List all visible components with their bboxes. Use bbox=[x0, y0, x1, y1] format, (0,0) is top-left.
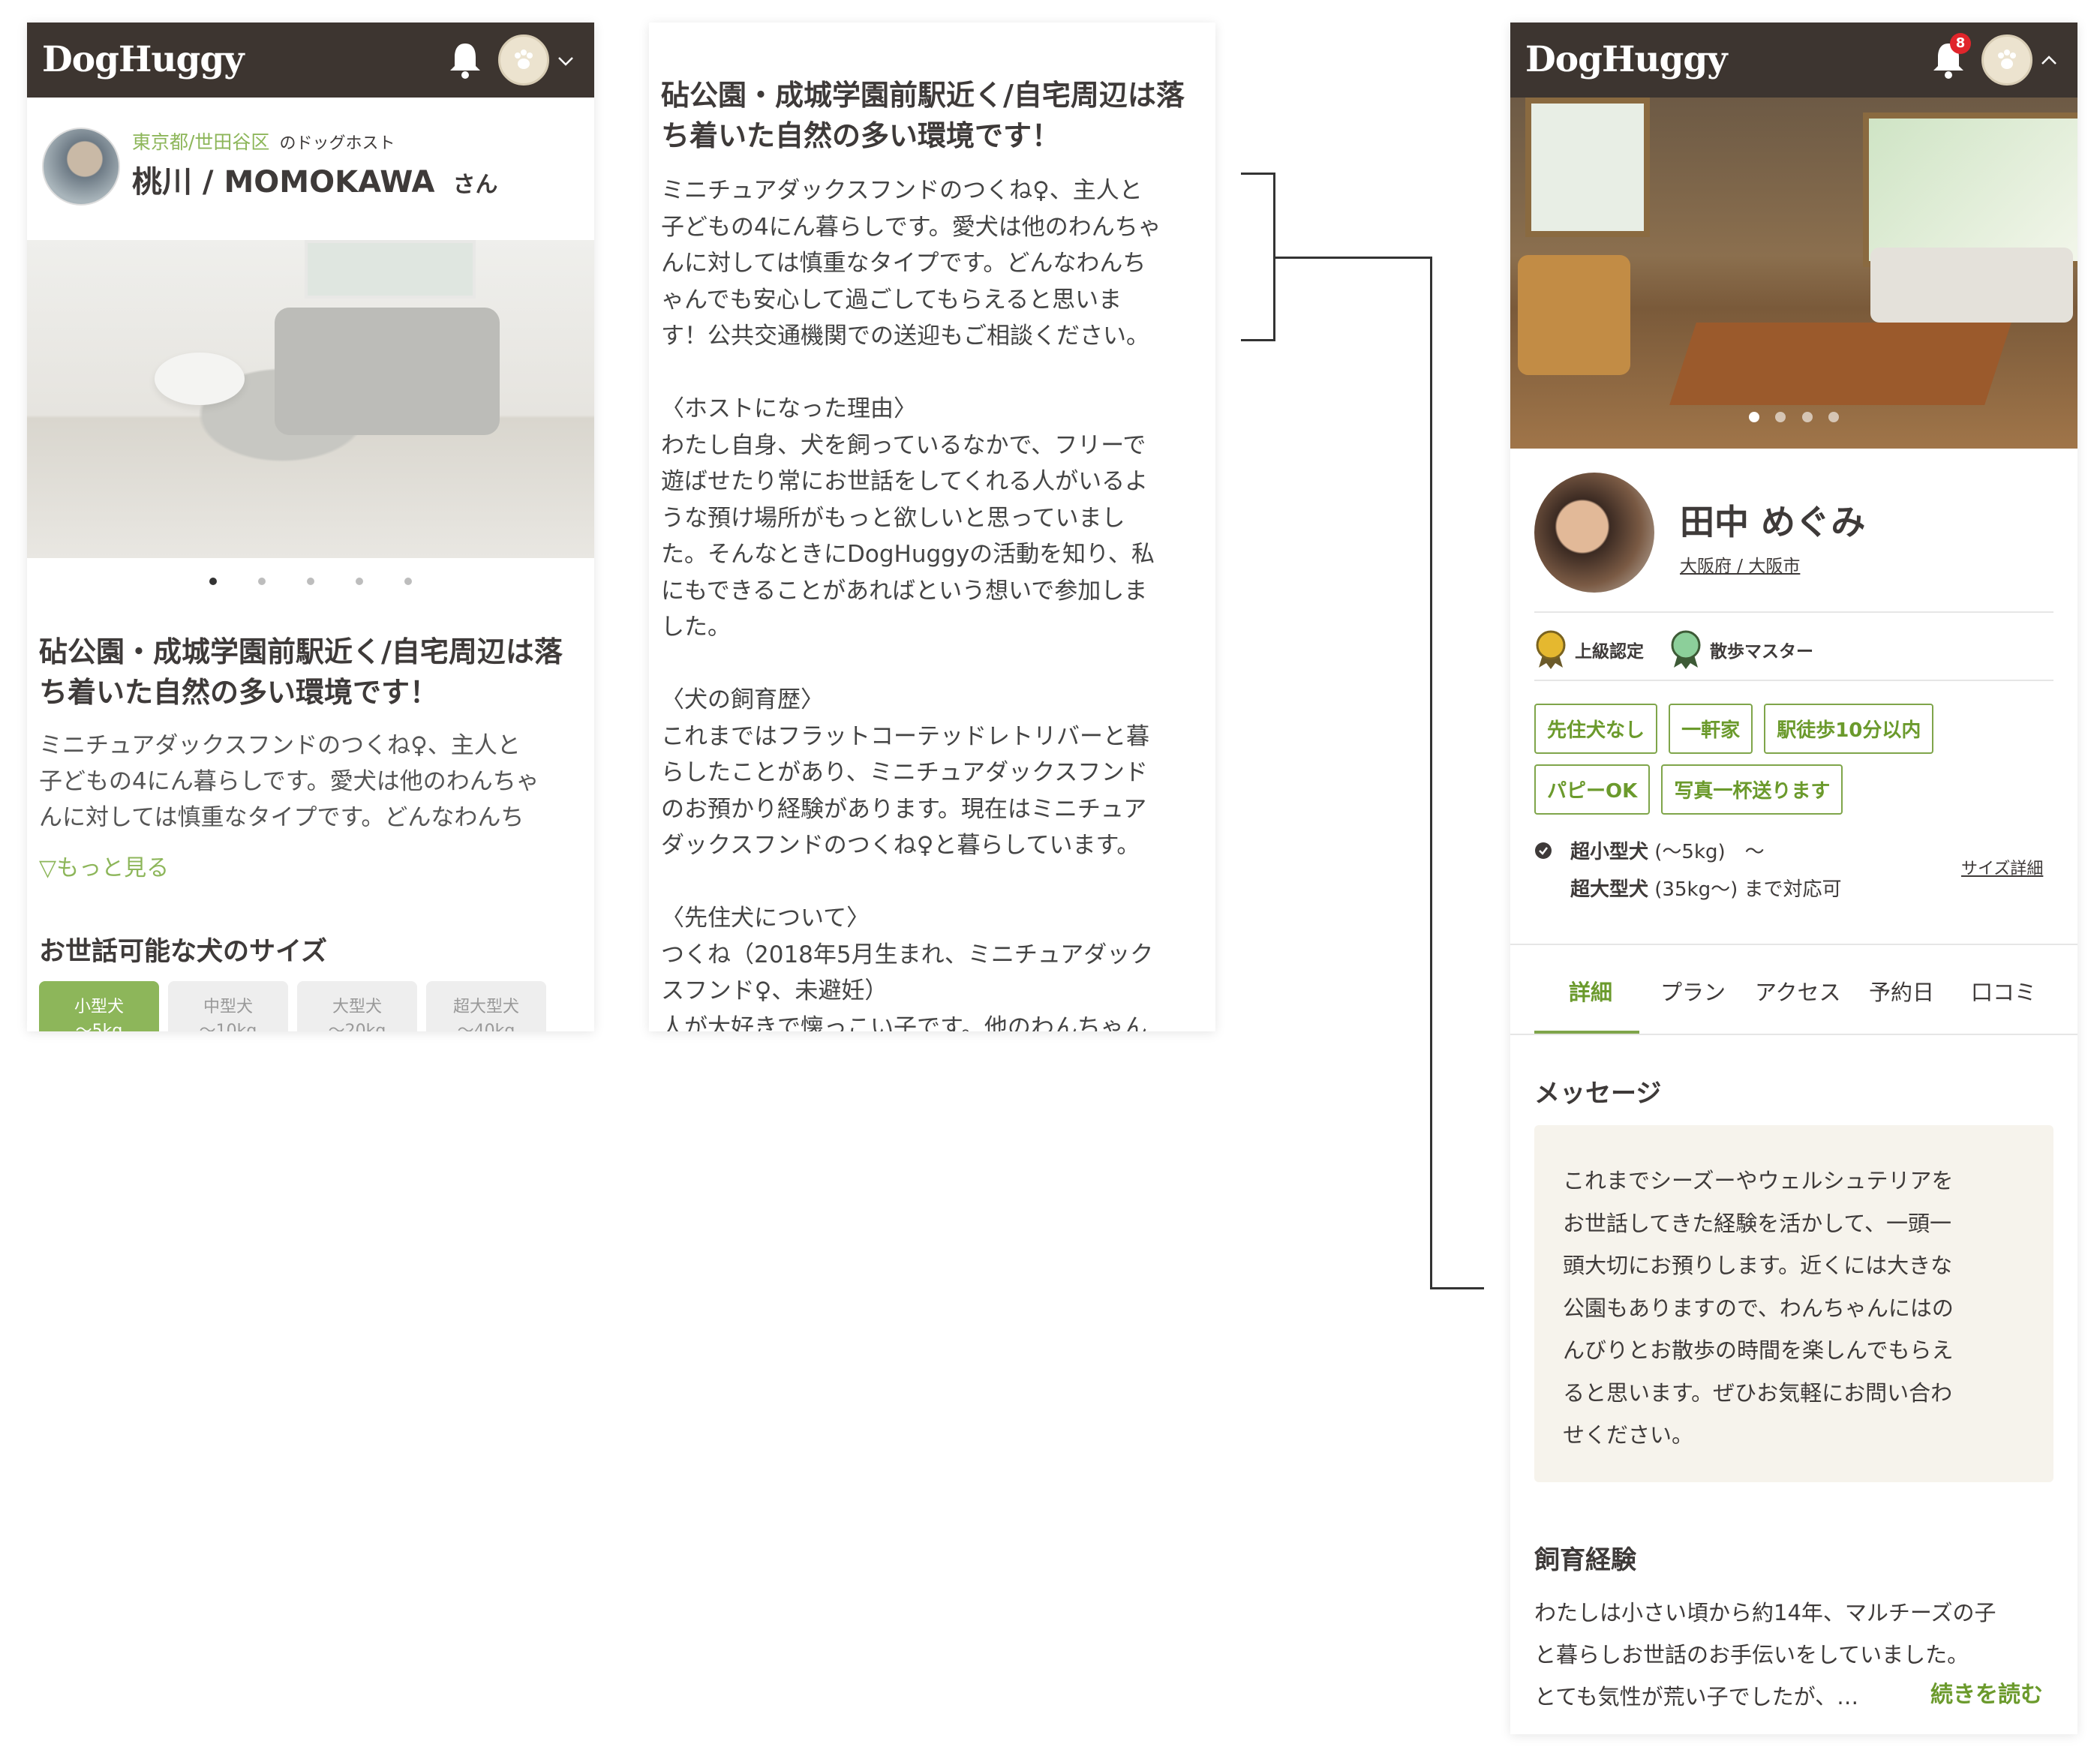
app-header: DogHuggy 8 bbox=[1510, 23, 2077, 98]
paw-icon bbox=[1998, 50, 2016, 69]
host-honorific: さん bbox=[452, 172, 498, 198]
tag: 駅徒歩10分以内 bbox=[1764, 704, 1934, 754]
listing-full-description: ミニチュアダックスフンドのつくね♀、主人と 子どもの4にん暮らしです。愛犬は他の… bbox=[661, 177, 1161, 1031]
medal-icon bbox=[1536, 630, 1566, 669]
more-link[interactable]: ▽もっと見る bbox=[39, 849, 169, 882]
listing-title: 砧公園・成城学園前駅近く/自宅周辺は落ち着いた自然の多い環境です！ bbox=[39, 635, 563, 709]
size-heading: お世話可能な犬のサイズ bbox=[39, 937, 327, 967]
chevron-up-icon[interactable] bbox=[2040, 51, 2058, 69]
feature-tags: 先住犬なし 一軒家 駅徒歩10分以内 パピーOK 写真一杯送ります bbox=[1534, 704, 2059, 825]
tab-access[interactable]: アクセス bbox=[1755, 975, 1841, 1007]
tab-booking-dates[interactable]: 予約日 bbox=[1869, 975, 1934, 1007]
read-more-link[interactable]: 続きを読む bbox=[1930, 1676, 2043, 1709]
chevron-down-icon[interactable] bbox=[557, 53, 575, 71]
carousel-dot[interactable] bbox=[1801, 412, 1813, 422]
size-detail-link[interactable]: サイズ詳細 bbox=[1961, 855, 2043, 879]
window-shape bbox=[305, 240, 476, 299]
sofa-shape bbox=[275, 308, 500, 435]
tag: 写真一杯送ります bbox=[1661, 764, 1843, 815]
host-photo[interactable] bbox=[27, 240, 594, 558]
sofa-shape bbox=[1870, 248, 2073, 323]
window-shape bbox=[1863, 113, 2077, 267]
listing-description: ミニチュアダックスフンドのつくね♀、主人と 子どもの4にん暮らしです。愛犬は他の… bbox=[39, 732, 539, 831]
carousel-dot[interactable] bbox=[1749, 412, 1760, 422]
size-option-xlarge[interactable]: 超大型犬 〜40kg bbox=[426, 981, 546, 1031]
size-options: 小型犬 〜5kg 中型犬 〜10kg 大型犬 〜20kg 超大型犬 〜40kg bbox=[39, 981, 594, 1031]
carousel-dots bbox=[1510, 411, 2077, 425]
tab-bar: 詳細 プラン アクセス 予約日 口コミ bbox=[1510, 975, 2077, 1013]
host-photo[interactable] bbox=[1510, 98, 2077, 449]
tag: 先住犬なし bbox=[1534, 704, 1658, 754]
tab-plans[interactable]: プラン bbox=[1660, 975, 1726, 1007]
message-box: これまでシーズーやウェルシュテリアを お世話してきた経験を活かして、一頭一 頭大… bbox=[1534, 1125, 2053, 1482]
size-option-large[interactable]: 大型犬 〜20kg bbox=[297, 981, 417, 1031]
host-location-link[interactable]: 大阪府 / 大阪市 bbox=[1680, 551, 1800, 577]
pet-bed-shape bbox=[155, 353, 245, 405]
size-option-medium[interactable]: 中型犬 〜10kg bbox=[168, 981, 288, 1031]
size-range-line-1: 超小型犬 (〜5kg) 〜 bbox=[1570, 841, 1765, 863]
tab-details[interactable]: 詳細 bbox=[1569, 975, 1612, 1007]
app-header: DogHuggy bbox=[27, 23, 594, 98]
carousel-dot[interactable] bbox=[257, 578, 266, 585]
host-area-link[interactable]: 東京都/世田谷区 bbox=[132, 131, 269, 153]
host-suffix: のドッグホスト bbox=[279, 134, 395, 153]
divider bbox=[1510, 1034, 2077, 1035]
window-shape bbox=[1525, 98, 1650, 237]
notification-badge: 8 bbox=[1950, 33, 1971, 54]
divider bbox=[1510, 944, 2077, 945]
host-avatar[interactable] bbox=[42, 128, 120, 206]
badge-label: 散歩マスター bbox=[1710, 642, 1813, 662]
middle-text-panel: 砧公園・成城学園前駅近く/自宅周辺は落ち着いた自然の多い環境です！ ミニチュアダ… bbox=[649, 23, 1215, 1031]
size-option-small[interactable]: 小型犬 〜5kg bbox=[39, 981, 159, 1031]
badge-advanced: 上級認定 bbox=[1534, 630, 1644, 669]
carousel-dots bbox=[27, 574, 594, 588]
divider bbox=[1534, 680, 2053, 681]
badge-label: 上級認定 bbox=[1575, 642, 1644, 662]
carousel-dot[interactable] bbox=[307, 578, 314, 585]
chair-shape bbox=[1518, 255, 1630, 375]
user-avatar-button[interactable] bbox=[498, 35, 549, 86]
carousel-dot[interactable] bbox=[209, 578, 217, 585]
tag: 一軒家 bbox=[1669, 704, 1753, 754]
size-range-line-2: 超大型犬 (35kg〜) まで対応可 bbox=[1570, 878, 1842, 901]
host-name: 桃川 / MOMOKAWA bbox=[132, 165, 435, 200]
check-circle-icon bbox=[1535, 842, 1552, 859]
host-avatar[interactable] bbox=[1534, 473, 1654, 593]
host-name: 田中 めぐみ bbox=[1680, 502, 1866, 542]
experience-heading: 飼育経験 bbox=[1534, 1545, 1636, 1575]
listing-title: 砧公園・成城学園前駅近く/自宅周辺は落ち着いた自然の多い環境です！ bbox=[661, 79, 1185, 152]
paw-icon bbox=[515, 50, 533, 69]
left-phone-panel: DogHuggy 東京都/世田谷区 のドッグホスト 桃川 / MOMOKAWA … bbox=[27, 23, 594, 1031]
tag: パピーOK bbox=[1534, 764, 1651, 815]
table-shape bbox=[1669, 323, 2011, 405]
right-phone-panel: DogHuggy 8 田中 めぐみ 大阪府 / 大阪市 上級認定 散歩マスター … bbox=[1510, 23, 2077, 1734]
user-avatar-button[interactable] bbox=[1981, 35, 2032, 86]
divider bbox=[1534, 611, 2053, 613]
logo[interactable]: DogHuggy bbox=[1525, 39, 1728, 80]
badge-walk-master: 散歩マスター bbox=[1669, 630, 1813, 669]
carousel-dot[interactable] bbox=[1828, 412, 1839, 422]
carousel-dot[interactable] bbox=[1775, 412, 1786, 422]
carousel-dot[interactable] bbox=[404, 578, 413, 585]
carousel-dot[interactable] bbox=[356, 578, 364, 585]
logo[interactable]: DogHuggy bbox=[42, 39, 245, 80]
tab-reviews[interactable]: 口コミ bbox=[1971, 975, 2036, 1007]
medal-icon bbox=[1671, 630, 1701, 669]
bell-icon[interactable] bbox=[447, 41, 483, 80]
message-heading: メッセージ bbox=[1534, 1079, 1662, 1109]
